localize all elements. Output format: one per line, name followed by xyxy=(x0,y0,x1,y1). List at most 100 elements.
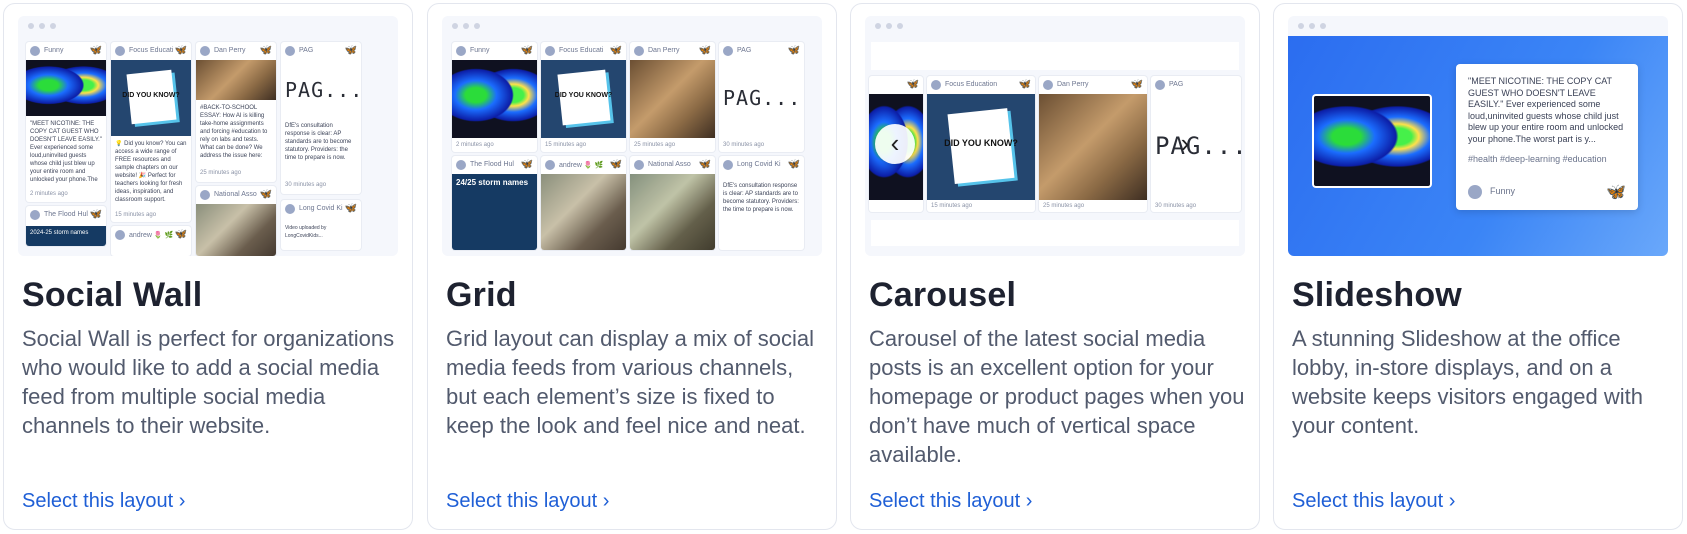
butterfly-icon: 🦋 xyxy=(89,45,102,56)
carousel-header-strip xyxy=(871,42,1239,70)
layout-card-grid[interactable]: Funny 🦋 2 minutes ago Focus Educati 🦋 DID … xyxy=(427,3,837,530)
post-card: Dan Perry 🦋 25 minutes ago xyxy=(1039,76,1147,212)
brain-scan-image xyxy=(26,60,106,116)
post-card: andrew 🌷 🌿 🦋 xyxy=(541,156,626,250)
did-you-know-title: DID YOU KNOW? xyxy=(944,138,1018,148)
butterfly-icon: 🦋 xyxy=(1130,79,1143,90)
post-time: 25 minutes ago xyxy=(200,170,242,176)
post-card: Funny 🦋 "MEET NICOTINE: THE COPY CAT GUES… xyxy=(26,42,106,202)
post-time: 30 minutes ago xyxy=(1155,203,1197,209)
layout-title: Grid xyxy=(446,276,517,314)
select-layout-link[interactable]: Select this layout › xyxy=(869,490,1032,513)
post-author: Dan Perry xyxy=(648,47,680,54)
post-time: 15 minutes ago xyxy=(545,142,587,148)
pag-logo-text: PAG... xyxy=(285,78,361,102)
butterfly-icon: 🦋 xyxy=(520,45,533,56)
post-time: 25 minutes ago xyxy=(1043,203,1085,209)
post-time: 15 minutes ago xyxy=(931,203,973,209)
post-author: Focus Education xyxy=(945,81,998,88)
butterfly-icon: 🦋 xyxy=(906,79,919,90)
social-wall-preview: Funny 🦋 "MEET NICOTINE: THE COPY CAT GUES… xyxy=(18,16,398,256)
butterfly-icon: 🦋 xyxy=(787,159,800,170)
select-layout-link[interactable]: Select this layout › xyxy=(446,490,609,513)
post-card: Dan Perry 🦋 25 minutes ago xyxy=(630,42,715,152)
brain-scan-image xyxy=(452,60,537,138)
avatar xyxy=(30,46,40,56)
post-author: PAG xyxy=(1169,81,1184,88)
layout-card-slideshow[interactable]: "MEET NICOTINE: THE COPY CAT GUEST WHO D… xyxy=(1273,3,1683,530)
avatar xyxy=(931,80,941,90)
butterfly-icon: 🦋 xyxy=(609,159,622,170)
post-author: Focus Educati xyxy=(129,47,174,54)
post-time: 15 minutes ago xyxy=(115,212,157,218)
slide-post-author: Funny xyxy=(1490,186,1516,196)
portrait-image xyxy=(630,60,715,138)
post-author: Long Covid Ki xyxy=(737,161,781,168)
layout-description: Social Wall is perfect for organizations… xyxy=(22,326,395,438)
post-card: Dan Perry 🦋 #BACK-TO-SCHOOL ESSAY: How AI… xyxy=(196,42,276,182)
butterfly-icon: 🦋 xyxy=(520,159,533,170)
post-author: andrew 🌷 🌿 xyxy=(559,162,604,169)
post-text: Video uploaded by LongCovidKids... xyxy=(285,225,327,239)
post-text: DfE's consultation response is clear: AP… xyxy=(285,123,352,161)
avatar xyxy=(1468,185,1482,199)
chevron-left-icon: ‹ xyxy=(890,128,900,158)
post-card: PAG 🦋 PAG... 30 minutes ago xyxy=(719,42,804,152)
layout-description: Carousel of the latest social media post… xyxy=(869,326,1245,467)
butterfly-icon: 🦋 xyxy=(698,159,711,170)
post-author: PAG xyxy=(299,47,314,54)
post-author: The Flood Hul xyxy=(470,161,514,168)
select-layout-link[interactable]: Select this layout › xyxy=(1292,490,1455,513)
window-dots xyxy=(28,23,56,29)
carousel-preview: 🦋 Focus Education 🦋 DID YOU KNOW? 15 minu… xyxy=(865,16,1245,256)
did-you-know-image: DID YOU KNOW? xyxy=(927,94,1035,200)
avatar xyxy=(285,46,295,56)
layout-card-carousel[interactable]: 🦋 Focus Education 🦋 DID YOU KNOW? 15 minu… xyxy=(850,3,1260,530)
pag-logo-text: PAG... xyxy=(723,86,802,110)
post-author: Funny xyxy=(44,47,64,54)
slide-post-footer: Funny 🦋 xyxy=(1468,184,1626,201)
avatar xyxy=(723,160,733,170)
did-you-know-image: DID YOU KNOW? xyxy=(541,60,626,138)
chevron-right-icon: › xyxy=(1180,128,1190,158)
storm-image: 2024-25 storm names xyxy=(26,226,106,246)
layout-title: Carousel xyxy=(869,276,1017,314)
storm-title: 24/25 storm names xyxy=(456,178,529,187)
did-you-know-title: DID YOU KNOW? xyxy=(554,92,613,99)
post-time: 2 minutes ago xyxy=(30,191,68,197)
avatar xyxy=(115,230,125,240)
avatar xyxy=(634,46,644,56)
post-card: Focus Education 🦋 DID YOU KNOW? 15 minute… xyxy=(927,76,1035,212)
avatar xyxy=(545,46,555,56)
post-card: National Asso 🦋 xyxy=(196,186,276,256)
post-card: Focus Educati 🦋 DID YOU KNOW? 💡 Did you k… xyxy=(111,42,191,222)
did-you-know-image: DID YOU KNOW? xyxy=(111,60,191,136)
post-time: 25 minutes ago xyxy=(634,142,676,148)
avatar xyxy=(545,160,555,170)
layout-title: Social Wall xyxy=(22,276,203,314)
butterfly-icon: 🦋 xyxy=(1606,184,1626,201)
post-author: Funny xyxy=(470,47,490,54)
slide-post-text: "MEET NICOTINE: THE COPY CAT GUEST WHO D… xyxy=(1468,76,1624,144)
brain-scan-image xyxy=(1314,96,1430,186)
post-card: National Asso 🦋 xyxy=(630,156,715,250)
avatar xyxy=(200,190,210,200)
avatar xyxy=(115,46,125,56)
post-text: "MEET NICOTINE: THE COPY CAT GUEST WHO D… xyxy=(30,121,102,183)
avatar xyxy=(723,46,733,56)
select-layout-link[interactable]: Select this layout › xyxy=(22,490,185,513)
did-you-know-title: DID YOU KNOW? xyxy=(122,92,180,99)
butterfly-icon: 🦋 xyxy=(344,45,357,56)
meeting-image xyxy=(630,174,715,250)
post-author: The Flood Hul xyxy=(44,211,88,218)
avatar xyxy=(285,204,295,214)
avatar xyxy=(30,210,40,220)
carousel-next-button[interactable]: › xyxy=(1165,124,1205,164)
post-card: The Flood Hul 🦋 2024-25 storm names xyxy=(26,206,106,246)
butterfly-icon: 🦋 xyxy=(174,45,187,56)
carousel-prev-button[interactable]: ‹ xyxy=(875,124,915,164)
post-time: 2 minutes ago xyxy=(456,142,494,148)
post-card: Funny 🦋 2 minutes ago xyxy=(452,42,537,152)
butterfly-icon: 🦋 xyxy=(259,189,272,200)
layout-card-social-wall[interactable]: Funny 🦋 "MEET NICOTINE: THE COPY CAT GUES… xyxy=(3,3,413,530)
